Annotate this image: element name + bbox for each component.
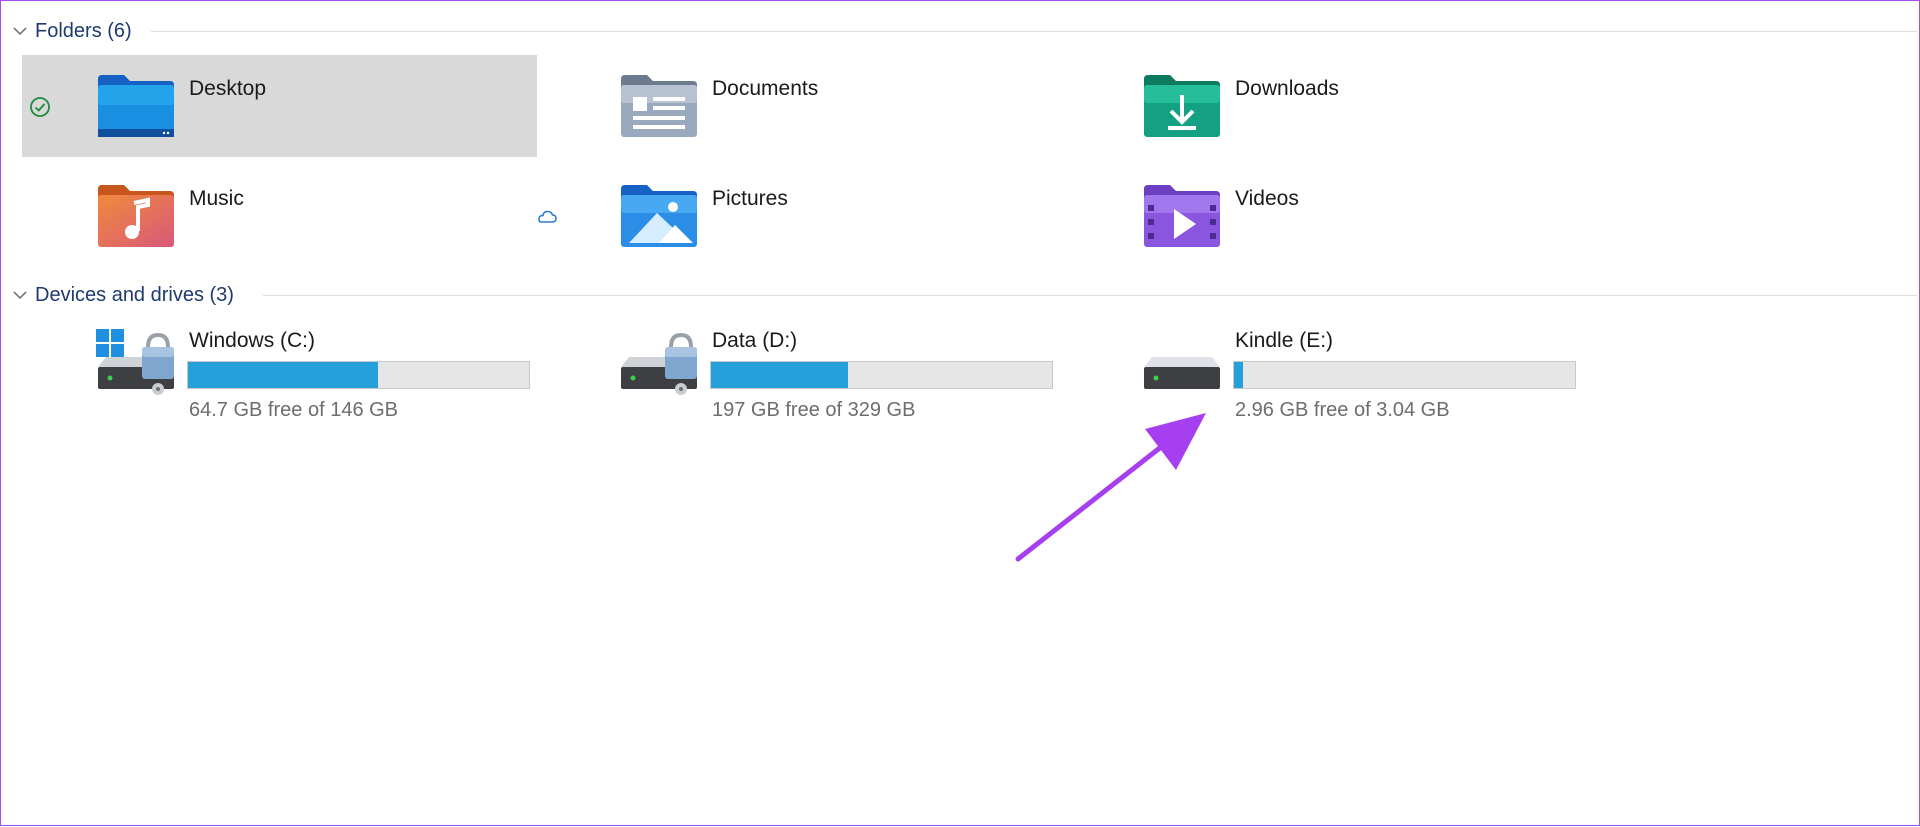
removable-drive-icon [1144,357,1220,389]
explorer-content-frame: Folders (6) Desktop Documents Downloads … [0,0,1920,826]
folder-name: Pictures [712,187,788,210]
folder-name: Documents [712,77,819,100]
section-divider [151,31,1917,32]
locked-drive-icon [621,332,697,395]
chevron-down-icon[interactable] [11,22,29,40]
cloud-icon [538,210,557,223]
drive-name: Kindle (E:) [1235,329,1334,352]
folder-name: Desktop [189,77,267,100]
folder-tile-desktop[interactable]: Desktop [22,55,537,157]
drive-usage-bar [1233,361,1576,389]
drive-usage-bar [187,361,530,389]
synced-check-icon [30,97,50,117]
pictures-folder-icon [621,185,697,247]
folder-name: Music [189,187,244,210]
folder-name: Videos [1235,187,1299,210]
downloads-folder-icon [1144,75,1220,137]
chevron-down-icon[interactable] [11,286,29,304]
folders-section-header[interactable]: Folders (6) [11,16,132,46]
drive-usage-fill [1234,362,1243,388]
music-folder-icon [98,185,174,247]
desktop-folder-icon [98,75,174,137]
section-divider [263,295,1917,296]
folder-tile-pictures[interactable]: Pictures [538,165,1060,267]
drive-tile-d[interactable]: Data (D:) 197 GB free of 329 GB [545,323,1060,423]
folder-tile-music[interactable]: Music [22,165,537,267]
drive-free-space: 197 GB free of 329 GB [712,399,916,421]
folder-tile-downloads[interactable]: Downloads [1068,55,1583,157]
drives-section-title: Devices and drives (3) [35,283,234,306]
videos-folder-icon [1144,185,1220,247]
drive-free-space: 2.96 GB free of 3.04 GB [1235,399,1450,421]
documents-folder-icon [621,75,697,137]
drive-tile-c[interactable]: Windows (C:) 64.7 GB free of 146 GB [22,323,537,423]
folder-tile-videos[interactable]: Videos [1068,165,1583,267]
drive-name: Windows (C:) [189,329,316,352]
drive-usage-fill [188,362,378,388]
drive-tile-e[interactable]: Kindle (E:) 2.96 GB free of 3.04 GB [1068,323,1583,423]
drive-usage-fill [711,362,848,388]
drive-free-space: 64.7 GB free of 146 GB [189,399,399,421]
windows-drive-icon [96,329,174,395]
folder-tile-documents[interactable]: Documents [545,55,1060,157]
drive-name: Data (D:) [712,329,798,352]
drives-section-header[interactable]: Devices and drives (3) [11,280,234,310]
drive-usage-bar [710,361,1053,389]
folders-section-title: Folders (6) [35,19,132,42]
folder-name: Downloads [1235,77,1339,100]
